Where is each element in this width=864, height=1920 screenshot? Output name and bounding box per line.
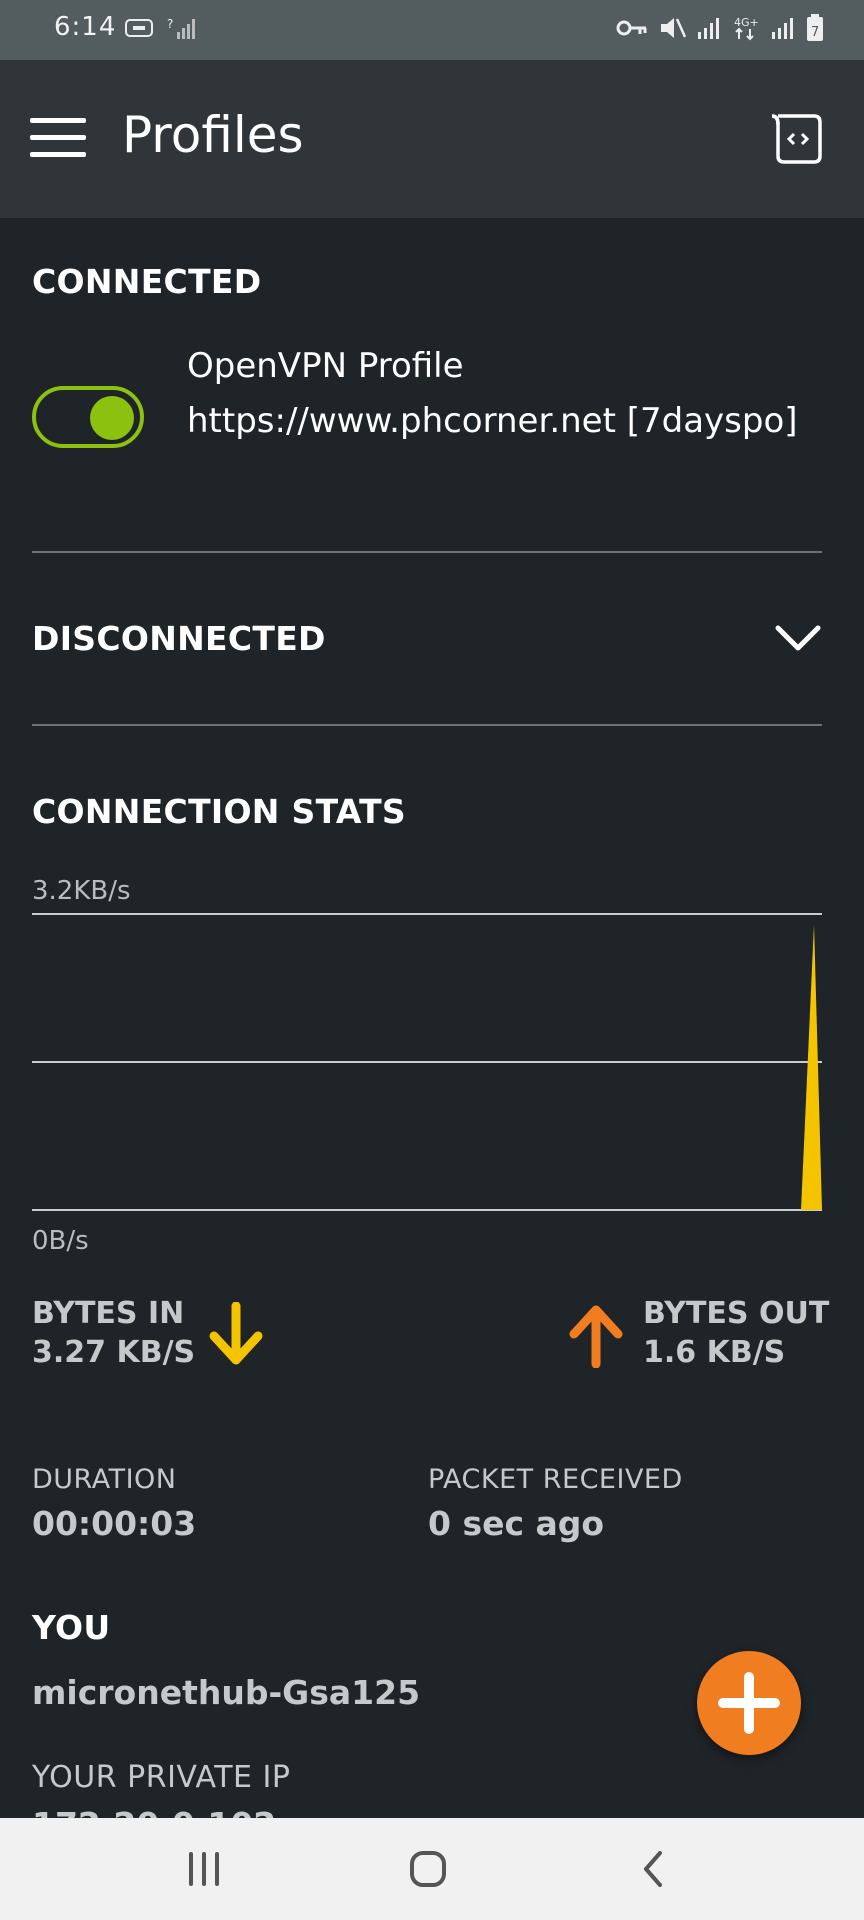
chart-max-label: 3.2KB/s	[32, 876, 131, 906]
arrow-down-icon	[209, 1302, 263, 1365]
connection-stats-heading: CONNECTION STATS	[32, 792, 406, 831]
signal-icon-2	[772, 18, 793, 39]
duration-value: 00:00:03	[32, 1504, 197, 1543]
disconnected-heading[interactable]: DISCONNECTED	[32, 619, 326, 658]
private-ip-label: YOUR PRIVATE IP	[32, 1760, 291, 1795]
chevron-down-icon[interactable]	[774, 620, 822, 656]
duration-label: DURATION	[32, 1464, 177, 1495]
connected-heading: CONNECTED	[32, 262, 262, 301]
packet-received-value: 0 sec ago	[428, 1504, 605, 1543]
profile-name[interactable]: OpenVPN Profile	[187, 346, 464, 386]
add-profile-button[interactable]	[697, 1651, 801, 1755]
arrow-up-icon	[569, 1305, 623, 1368]
user-name: micronethub-Gsa125	[32, 1673, 421, 1712]
svg-text:4G+: 4G+	[734, 16, 759, 29]
status-time: 6:14	[54, 12, 117, 42]
mute-icon	[661, 18, 686, 38]
home-icon[interactable]	[398, 1846, 458, 1892]
battery-icon: 7	[807, 14, 823, 41]
divider	[32, 724, 822, 726]
traffic-chart	[32, 913, 822, 1211]
divider	[32, 551, 822, 553]
back-icon[interactable]	[624, 1846, 684, 1892]
chart-min-label: 0B/s	[32, 1226, 89, 1256]
app-bar: Profiles	[0, 60, 864, 218]
bytes-out-label: BYTES OUT	[643, 1296, 830, 1331]
toggle-knob	[90, 396, 134, 440]
bytes-in-label: BYTES IN	[32, 1296, 185, 1331]
bytes-in-value: 3.27 KB/S	[32, 1335, 196, 1370]
page-title: Profiles	[122, 106, 304, 164]
bytes-out-value: 1.6 KB/S	[643, 1335, 786, 1370]
signal-icon	[698, 18, 719, 39]
menu-icon[interactable]	[30, 118, 86, 162]
svg-text:7: 7	[811, 25, 819, 40]
lte-icon: 4G+	[734, 16, 759, 41]
profile-url[interactable]: https://www.phcorner.net [7dayspo]	[187, 398, 827, 444]
packet-received-label: PACKET RECEIVED	[428, 1464, 683, 1495]
signal-weak-icon: ?	[167, 17, 195, 39]
plus-icon	[718, 1672, 780, 1734]
cast-icon	[125, 19, 153, 37]
system-nav-bar	[0, 1818, 864, 1920]
you-heading: YOU	[32, 1608, 111, 1647]
status-bar: 6:14 ? 4G+ 7	[0, 0, 864, 60]
bytes-in-spike	[801, 924, 822, 1210]
vpn-key-icon	[616, 20, 647, 36]
import-profile-icon[interactable]	[770, 112, 824, 166]
svg-text:?: ?	[167, 17, 173, 31]
profile-connection-toggle[interactable]	[32, 386, 144, 448]
recent-apps-icon[interactable]	[174, 1846, 234, 1892]
